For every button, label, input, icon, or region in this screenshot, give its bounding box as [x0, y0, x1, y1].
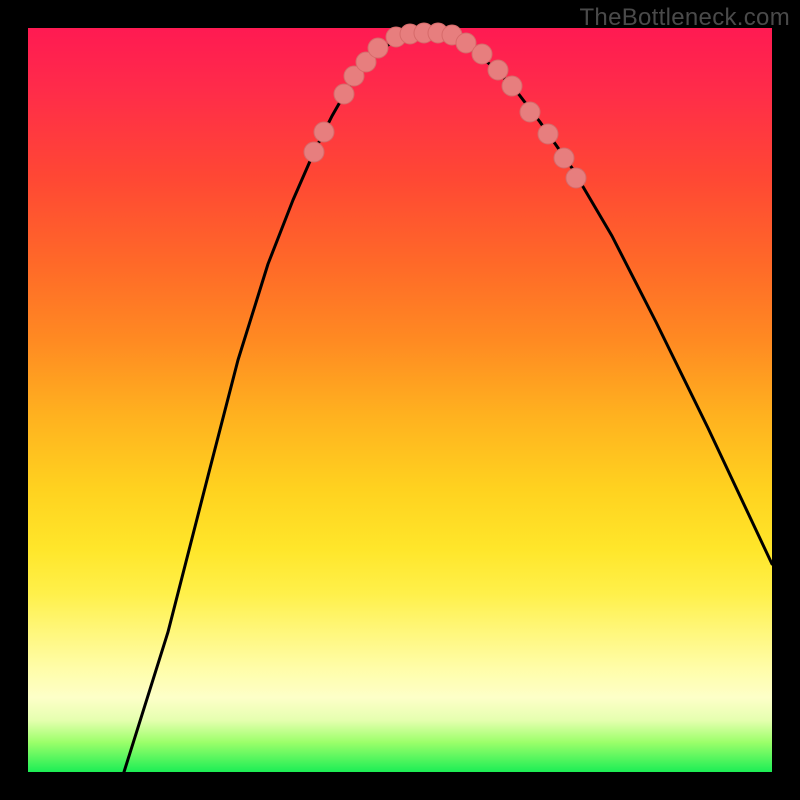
marker-dot: [502, 76, 522, 96]
marker-dot: [334, 84, 354, 104]
marker-dot: [304, 142, 324, 162]
marker-dot: [314, 122, 334, 142]
marker-dot: [554, 148, 574, 168]
marker-dot: [520, 102, 540, 122]
marker-dot: [566, 168, 586, 188]
marker-dot: [488, 60, 508, 80]
chart-frame: TheBottleneck.com: [0, 0, 800, 800]
bottleneck-curve: [124, 34, 772, 772]
watermark-text: TheBottleneck.com: [579, 4, 790, 32]
marker-dot: [368, 38, 388, 58]
marker-dot: [472, 44, 492, 64]
plot-area: [28, 28, 772, 772]
curve-line: [124, 34, 772, 772]
chart-svg: [28, 28, 772, 772]
marker-dot: [538, 124, 558, 144]
highlight-dots: [304, 23, 586, 188]
